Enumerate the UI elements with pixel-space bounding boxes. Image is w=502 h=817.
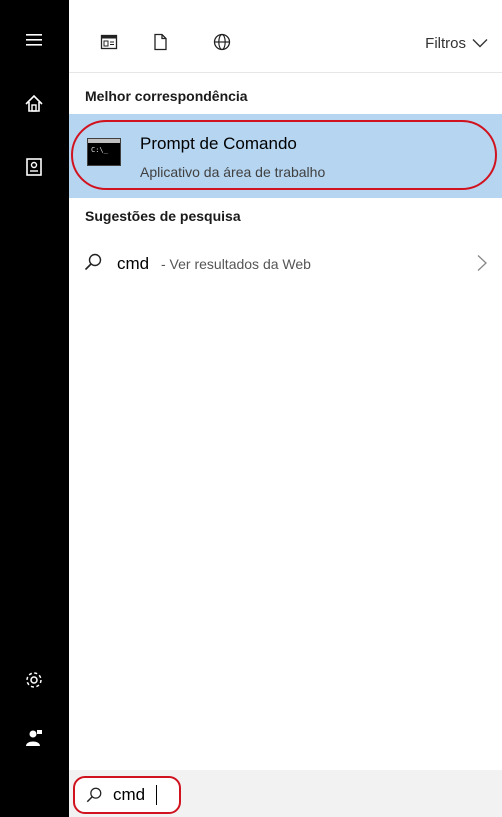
chevron-down-icon	[472, 39, 488, 48]
search-panel: Filtros Melhor correspondência C:\_ Prom…	[69, 0, 502, 817]
command-prompt-icon: C:\_	[87, 138, 121, 166]
toolbar: Filtros	[69, 14, 502, 73]
file-icon[interactable]	[148, 30, 172, 54]
feedback-icon[interactable]	[22, 726, 46, 750]
filters-label: Filtros	[425, 34, 466, 52]
suggestions-heading: Sugestões de pesquisa	[85, 208, 241, 224]
suggestion-description: - Ver resultados da Web	[161, 256, 311, 272]
best-match-item[interactable]: C:\_ Prompt de Comando Aplicativo da áre…	[69, 114, 502, 198]
best-match-subtitle: Aplicativo da área de trabalho	[140, 164, 326, 180]
search-input[interactable]	[113, 784, 173, 806]
home-icon[interactable]	[22, 92, 46, 116]
chevron-right-icon[interactable]	[476, 254, 488, 272]
notebook-icon[interactable]	[22, 155, 46, 179]
text-caret	[156, 785, 157, 805]
settings-icon[interactable]	[22, 668, 46, 692]
filters-dropdown[interactable]: Filtros	[425, 32, 488, 54]
suggestion-term: cmd	[117, 254, 150, 273]
documents-icon[interactable]	[97, 30, 121, 54]
best-match-heading: Melhor correspondência	[85, 88, 248, 104]
search-box[interactable]	[73, 776, 181, 814]
left-rail	[0, 0, 69, 817]
search-icon	[86, 787, 102, 803]
suggestion-item[interactable]: cmd - Ver resultados da Web	[69, 244, 502, 284]
menu-icon[interactable]	[22, 28, 46, 52]
search-bar	[69, 770, 502, 817]
search-icon	[84, 253, 102, 271]
web-icon[interactable]	[210, 30, 234, 54]
best-match-title: Prompt de Comando	[140, 134, 297, 153]
command-prompt-icon-text: C:\_	[91, 146, 108, 154]
